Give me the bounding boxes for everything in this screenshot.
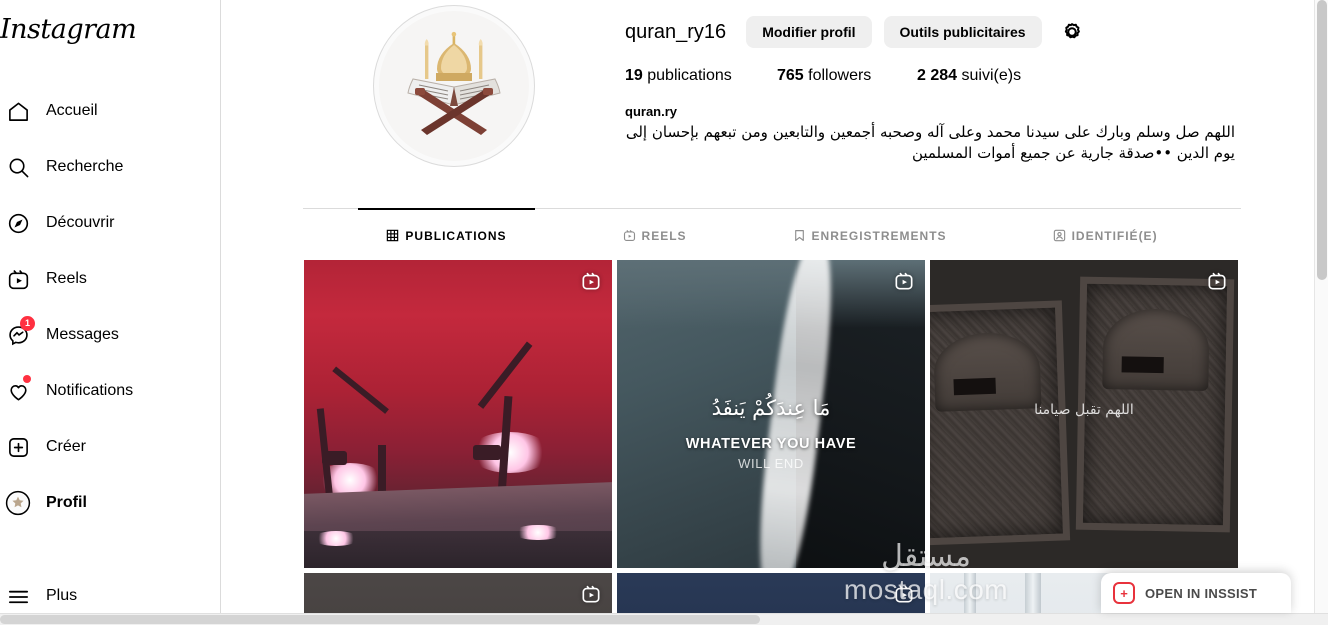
compass-icon [0,203,38,243]
sidebar-item-label: Recherche [46,158,124,175]
instagram-profile-page: Instagram Accueil Recherche Découvrir Re… [0,0,1328,625]
hamburger-icon [0,576,38,616]
gear-icon[interactable] [1058,18,1086,46]
reels-icon [623,229,636,242]
profile-stats: 19 publications 765 followers 2 284 suiv… [625,67,1285,85]
tab-label: IDENTIFIÉ(E) [1071,228,1158,243]
reels-indicator-icon [893,270,915,292]
reels-indicator-icon [580,270,602,292]
reels-indicator-icon [893,583,915,605]
profile-username: quran_ry16 [625,20,727,43]
horizontal-scrollbar-thumb[interactable] [0,615,760,624]
post-caption-line1: WHATEVER YOU HAVE [685,435,857,452]
posts-grid: مَا عِندَكُمْ يَنفَدُ WHATEVER YOU HAVE … [304,260,1242,613]
stat-following[interactable]: 2 284 suivi(e)s [917,67,1021,85]
vertical-scrollbar[interactable] [1314,0,1328,613]
sidebar-item-messages[interactable]: 1 Messages [0,312,205,358]
tab-enregistrements[interactable]: ENREGISTREMENTS [765,209,975,262]
profile-info: quran_ry16 Modifier profil Outils public… [625,14,1285,164]
sidebar-item-accueil[interactable]: Accueil [0,88,205,134]
post-thumbnail[interactable] [304,573,612,613]
tab-label: PUBLICATIONS [405,228,507,243]
reels-indicator-icon [1206,270,1228,292]
sidebar-item-decouvrir[interactable]: Découvrir [0,200,205,246]
vertical-scrollbar-thumb[interactable] [1317,0,1327,280]
sidebar-item-label: Reels [46,270,87,287]
tab-label: ENREGISTREMENTS [811,228,947,243]
profile-identity-row: quran_ry16 Modifier profil Outils public… [625,14,1285,50]
plus-square-icon [0,427,38,467]
post-thumbnail[interactable] [304,260,612,568]
tab-label: REELS [641,228,687,243]
ad-tools-button[interactable]: Outils publicitaires [883,16,1042,48]
tab-reels[interactable]: REELS [595,209,715,262]
edit-profile-button[interactable]: Modifier profil [746,16,872,48]
home-icon [0,91,38,131]
post-thumbnail[interactable]: اللهم تقبل صيامنا [930,260,1238,568]
messenger-icon: 1 [0,315,38,355]
sidebar-item-profil[interactable]: Profil [0,480,205,526]
bio-display-name: quran.ry [625,104,678,119]
horizontal-scrollbar[interactable] [0,613,1328,625]
grid-icon [386,229,399,242]
inssist-toast[interactable]: + OPEN IN INSSIST [1101,573,1291,613]
notifications-badge [23,375,31,383]
sidebar-item-recherche[interactable]: Recherche [0,144,205,190]
sidebar-item-label: Notifications [46,382,134,399]
profile-tabs: PUBLICATIONS REELS ENREGISTREMENTS IDENT… [303,208,1241,261]
bio-text: اللهم صل وسلم وبارك على سيدنا محمد وعلى … [625,123,1235,162]
sidebar-item-label: Créer [46,438,87,455]
tab-publications[interactable]: PUBLICATIONS [358,208,535,262]
sidebar-item-label: Accueil [46,102,98,119]
sidebar-item-label: Plus [46,587,78,604]
post-caption-arabic: اللهم تقبل صيامنا [1034,401,1134,418]
post-thumbnail[interactable]: مَا عِندَكُمْ يَنفَدُ WHATEVER YOU HAVE … [617,260,925,568]
post-thumbnail[interactable] [617,573,925,613]
search-icon [0,147,38,187]
sidebar: Instagram Accueil Recherche Découvrir Re… [0,0,221,613]
messages-badge: 1 [20,316,35,331]
profile-avatar[interactable] [373,5,535,167]
sidebar-item-label: Découvrir [46,214,115,231]
inssist-toast-label: OPEN IN INSSIST [1145,585,1258,601]
post-caption-line2: WILL END [738,455,804,471]
sidebar-item-reels[interactable]: Reels [0,256,205,302]
sidebar-item-label: Profil [46,494,87,511]
profile-main: quran_ry16 Modifier profil Outils public… [221,0,1307,613]
reels-indicator-icon [580,583,602,605]
inssist-icon: + [1113,582,1135,604]
sidebar-item-label: Messages [46,326,119,343]
tab-identifie[interactable]: IDENTIFIÉ(E) [1025,209,1186,262]
instagram-logo[interactable]: Instagram [0,14,200,54]
heart-icon [0,371,38,411]
sidebar-item-creer[interactable]: Créer [0,424,205,470]
post-caption-arabic: مَا عِندَكُمْ يَنفَدُ [711,395,831,420]
stat-followers[interactable]: 765 followers [777,67,917,85]
stat-publications[interactable]: 19 publications [625,67,777,85]
profile-header: quran_ry16 Modifier profil Outils public… [221,0,1307,195]
bookmark-icon [793,229,806,242]
tagged-icon [1053,229,1066,242]
reels-icon [0,259,38,299]
quran-book-mosque-icon [379,11,529,161]
profile-bio: quran.ry اللهم صل وسلم وبارك على سيدنا م… [625,103,1235,164]
avatar-icon [0,483,38,523]
sidebar-item-notifications[interactable]: Notifications [0,368,205,414]
